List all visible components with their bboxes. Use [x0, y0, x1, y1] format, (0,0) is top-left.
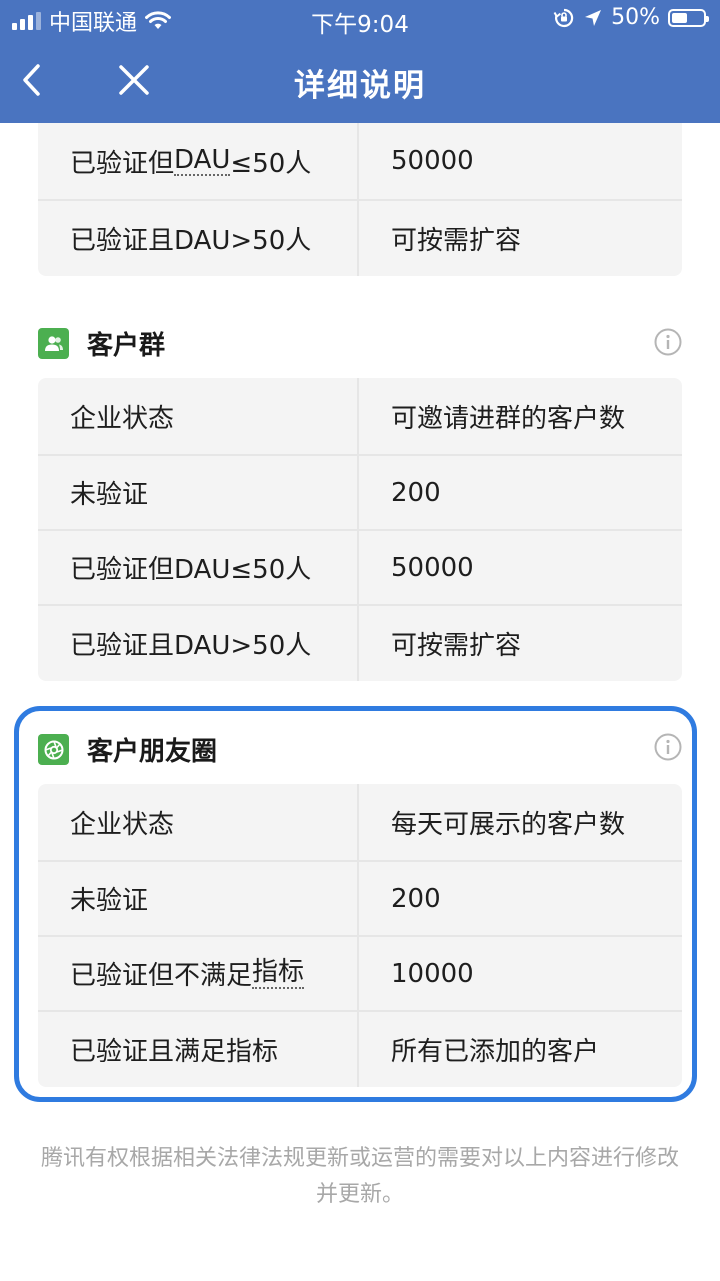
table-cell-value: 所有已添加的客户 — [391, 1037, 600, 1067]
column-header: 企业状态 — [38, 784, 359, 860]
battery-percent: 50% — [611, 5, 660, 30]
table-row: 已验证且DAU>50人 可按需扩容 — [38, 201, 682, 276]
table-cell-label: 已验证且DAU>50人 — [38, 201, 359, 276]
moments-table: 企业状态 每天可展示的客户数 未验证 200 已验证但不满足 指标 10000 已… — [38, 784, 682, 1087]
table-row: 未验证 200 — [38, 456, 682, 531]
nav-bar: 详细说明 — [0, 40, 720, 123]
table-cell-value: 200 — [391, 883, 441, 914]
table-cell-value: 200 — [391, 477, 441, 508]
section-title-text: 客户群 — [87, 331, 166, 361]
table-row: 已验证但DAU≤50人 50000 — [38, 531, 682, 606]
customer-group-table: 企业状态 可邀请进群的客户数 未验证 200 已验证但DAU≤50人 50000… — [38, 378, 682, 681]
table-row: 未验证 200 — [38, 862, 682, 937]
table-cell-label: 已验证但DAU≤50人 — [38, 531, 359, 604]
table-cell-value: 50000 — [391, 552, 474, 583]
status-bar: 中国联通 下午9:04 50% — [0, 0, 720, 40]
screen: 中国联通 下午9:04 50% 详细说明 已验证但 DAU ≤50人 50000… — [0, 0, 720, 1281]
table-row: 已验证但DAU≤50人 50000 — [38, 123, 682, 201]
term-metrics[interactable]: 指标 — [252, 958, 305, 989]
table-cell-label: 已验证且DAU>50人 — [38, 606, 359, 681]
term-dau[interactable]: DAU — [174, 146, 231, 177]
customers-icon — [38, 328, 69, 359]
footer-disclaimer: 腾讯有权根据相关法律法规更新或运营的需要对以上内容进行修改并更新。 — [40, 1146, 679, 1207]
page-title: 详细说明 — [294, 68, 426, 104]
battery-icon — [668, 8, 709, 27]
table-row: 已验证且满足指标 所有已添加的客户 — [38, 1012, 682, 1087]
table-header-row: 企业状态 可邀请进群的客户数 — [38, 378, 682, 456]
section-title-moments: 客户朋友圈 — [38, 731, 217, 768]
table-cell-value: 10000 — [391, 958, 474, 989]
info-icon[interactable] — [654, 328, 682, 356]
table-cell-label: 未验证 — [38, 862, 359, 935]
section-title-customer-group: 客户群 — [38, 325, 165, 362]
table-row: 已验证且DAU>50人 可按需扩容 — [38, 606, 682, 681]
section-title-text: 客户朋友圈 — [87, 737, 218, 767]
orientation-lock-icon — [553, 8, 574, 27]
table-cell-value: 50000 — [391, 146, 474, 176]
table-cell-label: 未验证 — [38, 456, 359, 529]
table-cell-label: 已验证且满足指标 — [38, 1012, 359, 1087]
table-cell-value: 可按需扩容 — [391, 631, 522, 661]
column-header: 每天可展示的客户数 — [391, 809, 626, 840]
table-row: 已验证但不满足 指标 10000 — [38, 937, 682, 1012]
table-cell-label: 已验证但不满足 指标 — [38, 937, 359, 1010]
app-header: 中国联通 下午9:04 50% 详细说明 — [0, 0, 720, 123]
column-header: 可邀请进群的客户数 — [391, 403, 626, 434]
table-cell-value: 可按需扩容 — [391, 226, 522, 256]
moments-aperture-icon — [38, 734, 69, 765]
column-header: 企业状态 — [38, 378, 359, 454]
info-icon[interactable] — [654, 733, 682, 761]
table-header-row: 企业状态 每天可展示的客户数 — [38, 784, 682, 862]
limits-table-top: 已验证但 DAU ≤50人 50000 已验证且DAU>50人 可按需扩容 — [38, 123, 682, 276]
location-arrow-icon — [585, 9, 602, 26]
scroll-content[interactable]: 已验证但 DAU ≤50人 50000 已验证且DAU>50人 可按需扩容 客户群 — [0, 123, 720, 1281]
